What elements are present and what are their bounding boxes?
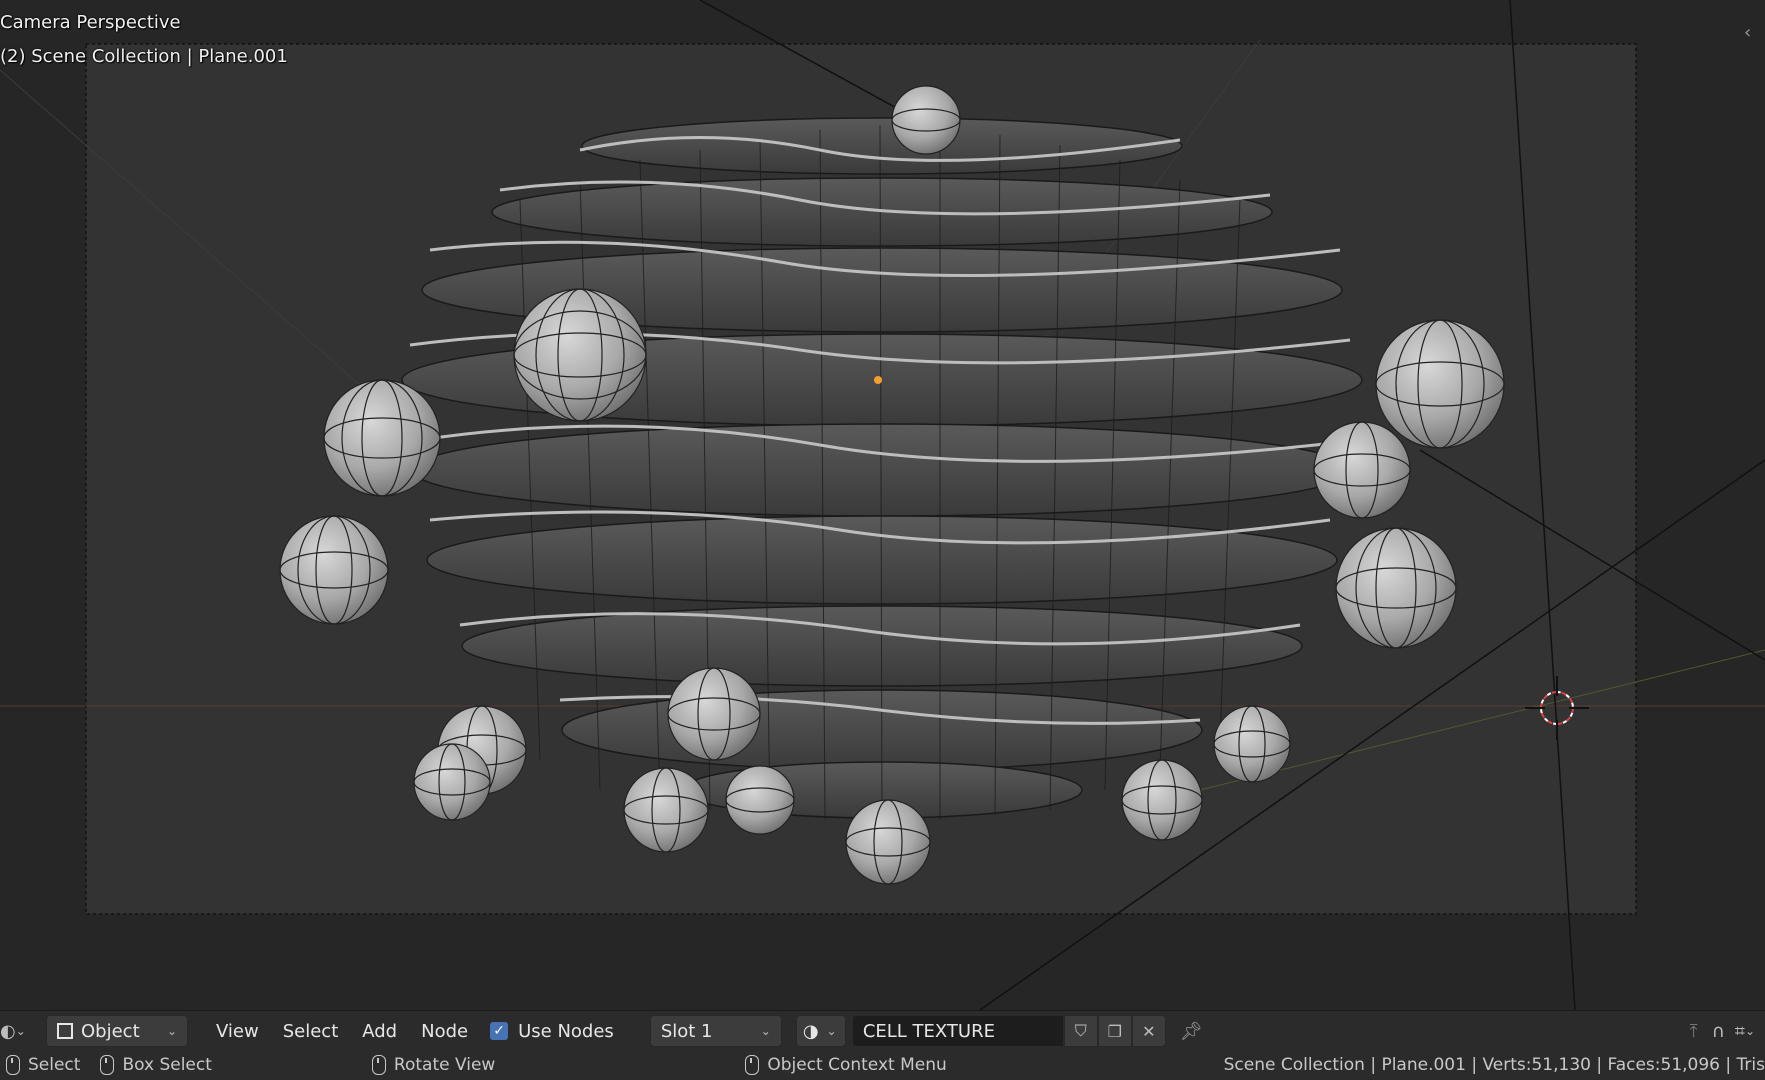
scene-canvas: ‹: [0, 0, 1765, 1010]
status-box-select-label: Box Select: [122, 1055, 212, 1075]
status-box-select: Box Select: [100, 1055, 212, 1075]
status-select-label: Select: [28, 1055, 81, 1075]
origin-dot: [874, 376, 882, 384]
parent-node-tree-icon[interactable]: ⤒: [1690, 1015, 1698, 1047]
material-sphere-icon: ◑: [802, 1020, 819, 1042]
status-rotate-view-label: Rotate View: [393, 1055, 496, 1075]
mode-dropdown[interactable]: Object ⌄: [46, 1015, 188, 1047]
use-nodes-toggle[interactable]: ✓ Use Nodes: [490, 1015, 614, 1047]
sphere-9: [413, 743, 491, 821]
fake-user-shield-icon[interactable]: ⛉: [1063, 1015, 1098, 1047]
slot-label: Slot 1: [660, 1020, 713, 1042]
unlink-close-icon[interactable]: ✕: [1131, 1015, 1166, 1047]
status-select: Select: [6, 1055, 80, 1075]
sphere-3: [279, 515, 389, 625]
sphere-1: [513, 288, 647, 422]
use-nodes-label: Use Nodes: [518, 1020, 614, 1042]
mouse-middle-icon: [371, 1055, 386, 1075]
chevron-down-icon: ⌄: [826, 1024, 837, 1038]
sphere-5: [1313, 421, 1411, 519]
sphere-11: [725, 765, 795, 835]
collection-label: (2) Scene Collection | Plane.001: [0, 46, 288, 67]
sphere-6: [1335, 527, 1457, 649]
material-name-field[interactable]: CELL TEXTURE: [851, 1015, 1064, 1047]
mouse-left-icon: [6, 1055, 20, 1075]
sphere-10: [623, 767, 709, 853]
scene-stats: Scene Collection | Plane.001 | Verts:51,…: [1223, 1055, 1765, 1075]
object-mode-icon: [57, 1023, 73, 1039]
use-nodes-checkbox[interactable]: ✓: [490, 1022, 509, 1040]
editor-header: ◐ ⌄ Object ⌄ View Select Add Node ✓ Use N…: [0, 1010, 1765, 1051]
slot-dropdown[interactable]: Slot 1 ⌄: [649, 1015, 782, 1047]
menu-select[interactable]: Select: [271, 1015, 351, 1047]
menu-view[interactable]: View: [204, 1015, 271, 1047]
chevron-down-icon: ⌄: [760, 1024, 771, 1038]
status-context-menu: Object Context Menu: [745, 1055, 947, 1075]
editor-type-icon[interactable]: ◐ ⌄: [0, 1015, 30, 1047]
duplicate-material-icon[interactable]: ❐: [1097, 1015, 1132, 1047]
status-bar: Select Box Select Rotate View Object Con…: [0, 1050, 1765, 1080]
sphere-7: [667, 667, 761, 761]
chevron-down-icon: ⌄: [166, 1024, 177, 1038]
status-context-menu-label: Object Context Menu: [767, 1055, 947, 1075]
view-name: Camera Perspective: [0, 12, 181, 33]
snap-magnet-icon[interactable]: ∩: [1712, 1015, 1725, 1047]
mouse-drag-icon: [100, 1055, 115, 1075]
sphere-15: [891, 85, 961, 155]
menu-add[interactable]: Add: [350, 1015, 409, 1047]
sphere-2: [323, 379, 441, 497]
menu-node[interactable]: Node: [409, 1015, 480, 1047]
mouse-right-icon: [745, 1055, 760, 1075]
sphere-14: [1213, 705, 1291, 783]
mode-label: Object: [81, 1020, 140, 1042]
snap-grid-icon[interactable]: ⌗ ⌄: [1735, 1015, 1755, 1047]
status-rotate-view: Rotate View: [371, 1055, 496, 1075]
3d-viewport[interactable]: ‹ Camera Perspective (2) Scene Collectio…: [0, 0, 1765, 1010]
pin-icon[interactable]: 📌︎: [1180, 1015, 1203, 1047]
sphere-12: [845, 799, 931, 885]
sidebar-toggle-icon: ‹: [1744, 22, 1751, 43]
sphere-13: [1121, 759, 1203, 841]
sphere-4: [1375, 319, 1505, 449]
material-browse-button[interactable]: ◑ ⌄: [795, 1015, 846, 1047]
